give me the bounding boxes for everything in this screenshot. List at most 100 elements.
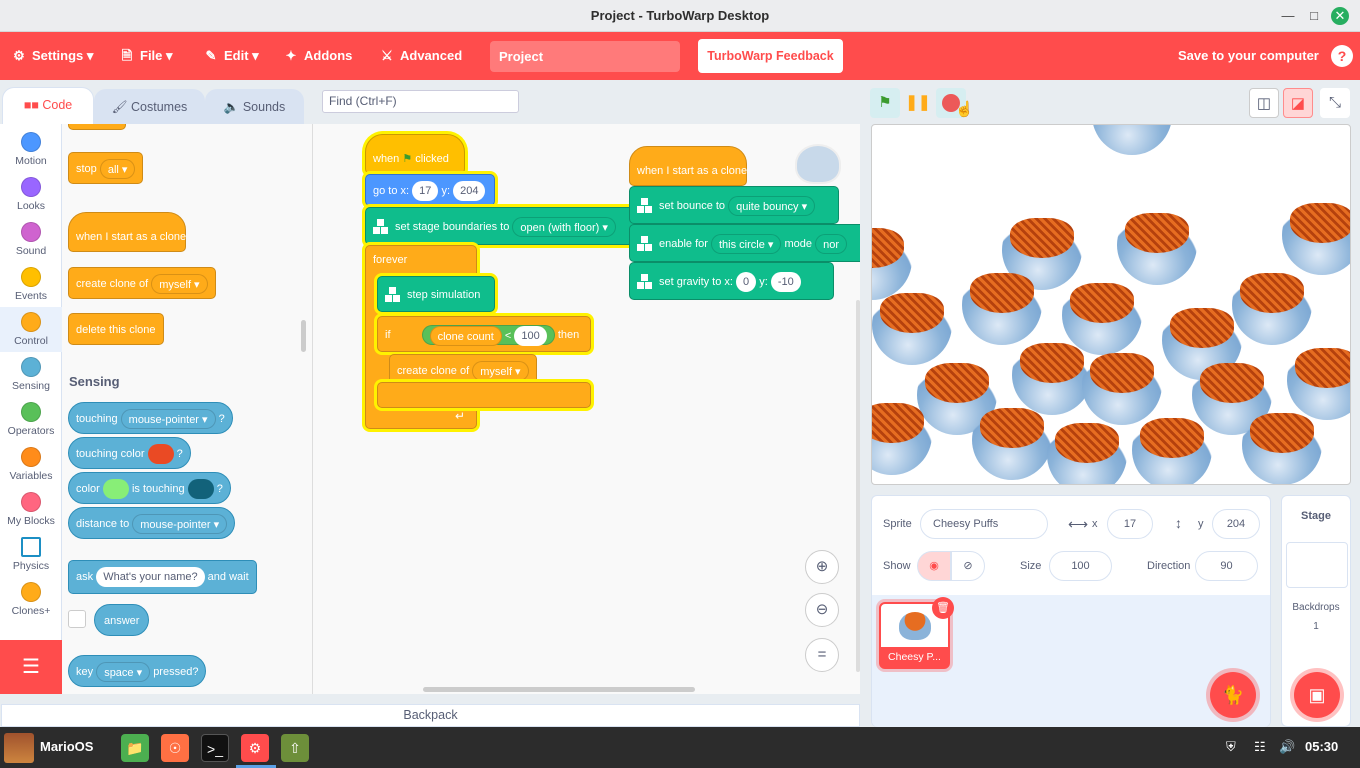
settings-menu[interactable]: ⚙ Settings ▾ bbox=[4, 32, 101, 80]
color-swatch[interactable] bbox=[187, 479, 214, 500]
bounce-dropdown[interactable]: quite bouncy ▾ bbox=[728, 196, 816, 217]
zoom-reset-icon[interactable]: = bbox=[805, 638, 839, 672]
show-hidden-button[interactable]: ⊘ bbox=[951, 551, 985, 581]
direction-input[interactable]: 90 bbox=[1195, 551, 1258, 581]
palette-color-touching-block[interactable]: color is touching ? bbox=[68, 472, 231, 504]
distance-dropdown[interactable]: mouse-pointer ▾ bbox=[132, 514, 228, 535]
category-my-blocks[interactable]: My Blocks bbox=[0, 492, 62, 527]
set-gravity-block[interactable]: set gravity to x: 0 y: -10 bbox=[629, 262, 834, 300]
edit-menu[interactable]: ✎ Edit ▾ bbox=[196, 32, 267, 80]
fullscreen-button[interactable]: ⤡ bbox=[1320, 88, 1350, 118]
palette-touching-color-block[interactable]: touching color ? bbox=[68, 437, 191, 469]
category-motion[interactable]: Motion bbox=[0, 132, 62, 167]
category-control[interactable]: Control bbox=[0, 307, 62, 352]
category-events[interactable]: Events bbox=[0, 267, 62, 302]
large-stage-button[interactable]: ◪ bbox=[1283, 88, 1313, 118]
palette-answer-block[interactable]: answer bbox=[94, 604, 150, 636]
x-input[interactable]: 17 bbox=[412, 181, 439, 202]
enable-dropdown[interactable]: this circle ▾ bbox=[711, 234, 782, 255]
turbowarp-app-icon[interactable]: ⚙ bbox=[241, 734, 269, 762]
palette-stop-block[interactable]: stop all ▾ bbox=[68, 152, 144, 184]
when-flag-clicked-block[interactable]: when ⚑ clicked bbox=[365, 134, 465, 174]
files-app-icon[interactable]: 📁 bbox=[121, 734, 149, 762]
palette-ask-block[interactable]: ask What's your name? and wait bbox=[68, 560, 257, 594]
advanced-menu[interactable]: ⚔ Advanced bbox=[372, 32, 470, 80]
os-logo-icon[interactable] bbox=[4, 733, 34, 763]
stage-thumbnail[interactable] bbox=[1286, 542, 1348, 588]
category-clones-plus[interactable]: Clones+ bbox=[0, 582, 62, 617]
when-clone-block[interactable]: when I start as a clone bbox=[629, 146, 747, 186]
add-sprite-button[interactable]: 🐈 bbox=[1210, 672, 1256, 718]
stage-canvas[interactable] bbox=[871, 124, 1351, 485]
tab-code[interactable]: ■■ Code bbox=[2, 87, 94, 125]
stop-dropdown[interactable]: all ▾ bbox=[99, 159, 136, 180]
clone-dropdown[interactable]: myself ▾ bbox=[472, 361, 529, 382]
sprite-name-input[interactable]: Cheesy Puffs bbox=[920, 509, 1048, 539]
network-icon[interactable]: ☷ bbox=[1254, 739, 1266, 755]
palette-scrollbar[interactable] bbox=[301, 320, 306, 352]
bounds-dropdown[interactable]: open (with floor) ▾ bbox=[512, 217, 616, 238]
scripts-v-scrollbar[interactable] bbox=[856, 300, 860, 672]
if-block[interactable]: if clone count < 100 then bbox=[377, 316, 591, 352]
color-swatch[interactable] bbox=[147, 444, 174, 465]
help-icon[interactable]: ? bbox=[1331, 45, 1353, 67]
feedback-button[interactable]: TurboWarp Feedback bbox=[698, 39, 843, 73]
shield-icon[interactable]: ⛨ bbox=[1226, 739, 1236, 755]
set-stage-boundaries-block[interactable]: set stage boundaries to open (with floor… bbox=[365, 207, 637, 245]
category-physics[interactable]: Physics bbox=[0, 537, 62, 572]
touching-dropdown[interactable]: mouse-pointer ▾ bbox=[120, 409, 216, 430]
set-bounce-block[interactable]: set bounce to quite bouncy ▾ bbox=[629, 186, 839, 224]
category-looks[interactable]: Looks bbox=[0, 177, 62, 212]
small-stage-button[interactable]: ◫ bbox=[1249, 88, 1279, 118]
palette-touching-block[interactable]: touching mouse-pointer ▾ ? bbox=[68, 402, 233, 434]
x-input[interactable]: 17 bbox=[1107, 509, 1153, 539]
project-title-input[interactable]: Project bbox=[490, 41, 680, 72]
close-icon[interactable]: ✕ bbox=[1331, 7, 1349, 25]
tab-sounds[interactable]: 🔈 Sounds bbox=[205, 89, 304, 124]
color-swatch[interactable] bbox=[102, 479, 129, 500]
step-simulation-block[interactable]: step simulation bbox=[377, 276, 495, 312]
firefox-app-icon[interactable]: ☉ bbox=[161, 734, 189, 762]
palette-distance-block[interactable]: distance to mouse-pointer ▾ bbox=[68, 507, 236, 539]
scripts-h-scrollbar[interactable] bbox=[423, 687, 695, 692]
volume-icon[interactable]: 🔊 bbox=[1279, 739, 1295, 755]
go-to-xy-block[interactable]: go to x: 17 y: 204 bbox=[365, 174, 495, 206]
palette-delete-clone-block[interactable]: delete this clone bbox=[68, 313, 164, 345]
palette-block-partial[interactable] bbox=[68, 124, 126, 130]
mode-dropdown[interactable]: nor bbox=[815, 234, 847, 255]
palette-create-clone-block[interactable]: create clone of myself ▾ bbox=[68, 267, 216, 299]
key-dropdown[interactable]: space ▾ bbox=[96, 662, 151, 683]
pause-button[interactable]: ❚❚ bbox=[903, 88, 933, 118]
tab-costumes[interactable]: 🖌 Costumes bbox=[94, 89, 205, 124]
terminal-app-icon[interactable]: >_ bbox=[201, 734, 229, 762]
clone-count-reporter[interactable]: clone count bbox=[429, 326, 502, 347]
category-sound[interactable]: Sound bbox=[0, 222, 62, 257]
add-backdrop-button[interactable]: ▣ bbox=[1294, 672, 1340, 718]
file-menu[interactable]: 🗎 File ▾ bbox=[112, 32, 181, 80]
palette-when-clone-block[interactable]: when I start as a clone bbox=[68, 212, 186, 252]
category-variables[interactable]: Variables bbox=[0, 447, 62, 482]
limit-input[interactable]: 100 bbox=[514, 326, 547, 347]
zoom-in-icon[interactable]: ⊕ bbox=[805, 550, 839, 584]
size-input[interactable]: 100 bbox=[1049, 551, 1112, 581]
find-input[interactable]: Find (Ctrl+F) bbox=[322, 90, 519, 113]
gravity-y-input[interactable]: -10 bbox=[770, 272, 801, 293]
green-flag-button[interactable]: ⚑ bbox=[870, 88, 900, 118]
minimize-icon[interactable]: — bbox=[1279, 7, 1297, 25]
category-operators[interactable]: Operators bbox=[0, 402, 62, 437]
add-extension-button[interactable]: ☰ bbox=[0, 640, 62, 694]
less-than-operator[interactable]: clone count < 100 bbox=[421, 325, 555, 347]
zoom-out-icon[interactable]: ⊖ bbox=[805, 593, 839, 627]
category-sensing[interactable]: Sensing bbox=[0, 357, 62, 392]
addons-menu[interactable]: ✦ Addons bbox=[276, 32, 360, 80]
show-visible-button[interactable]: ◉ bbox=[917, 551, 951, 581]
enable-for-block[interactable]: enable for this circle ▾ mode nor bbox=[629, 224, 860, 262]
update-app-icon[interactable]: ⇧ bbox=[281, 734, 309, 762]
create-clone-dropdown[interactable]: myself ▾ bbox=[151, 274, 208, 295]
ask-input[interactable]: What's your name? bbox=[96, 567, 205, 588]
backpack[interactable]: Backpack bbox=[1, 704, 860, 727]
y-input[interactable]: 204 bbox=[1212, 509, 1260, 539]
save-button[interactable]: Save to your computer bbox=[1170, 32, 1327, 80]
maximize-icon[interactable]: □ bbox=[1305, 7, 1323, 25]
delete-sprite-icon[interactable]: 🗑 bbox=[932, 597, 954, 619]
